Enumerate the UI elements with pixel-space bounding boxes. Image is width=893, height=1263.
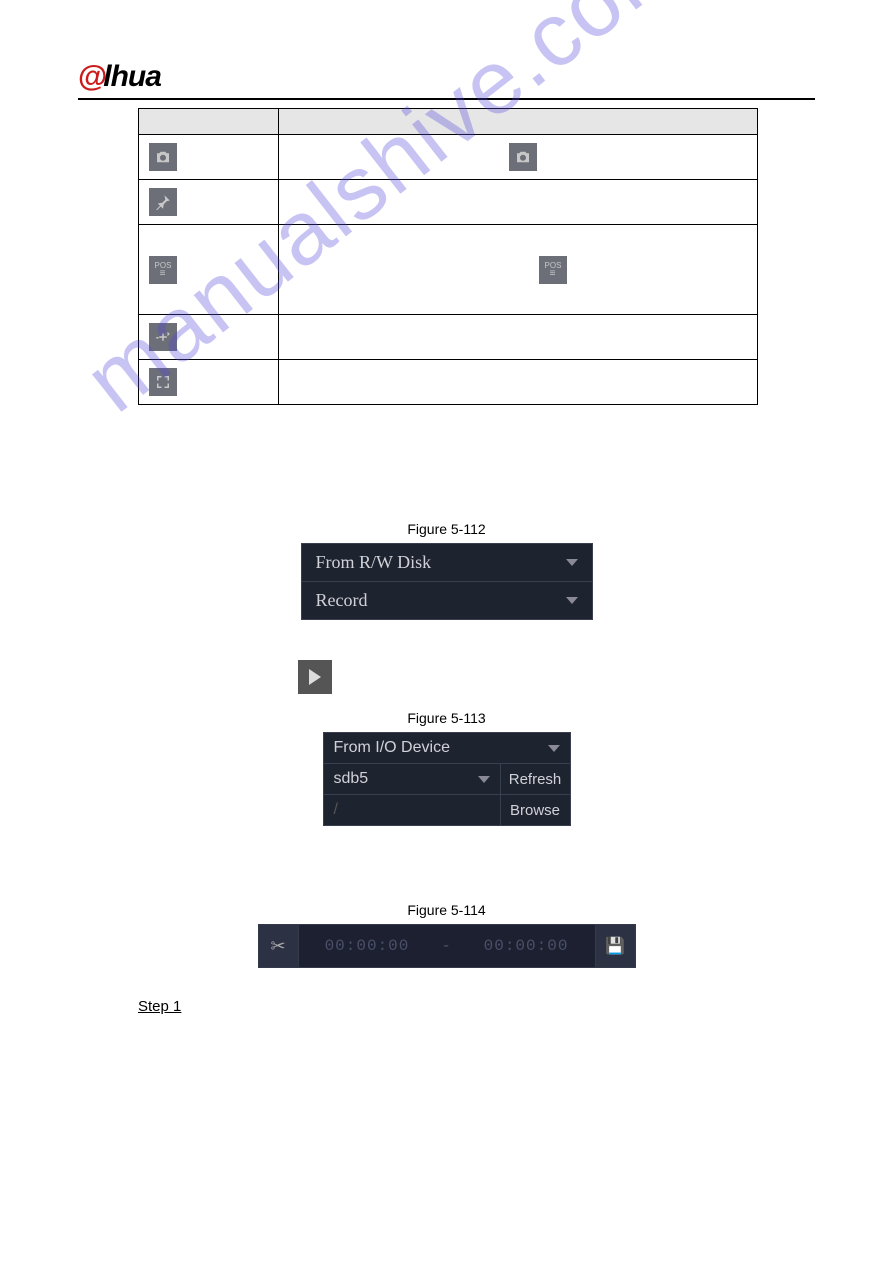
clip-start-time: 00:00:00 (325, 937, 410, 955)
table-row: POS ≡ POS ≡ (139, 225, 758, 315)
pin-icon (149, 188, 177, 216)
brand-logo: @lhua (78, 60, 188, 94)
branch-icon (149, 323, 177, 351)
clip-bar: ✂ 00:00:00 - 00:00:00 💾 (258, 924, 636, 968)
save-icon: 💾 (605, 936, 625, 956)
dropdown-from-rw-disk[interactable]: From R/W Disk (302, 544, 592, 582)
step-label: Step 1 (138, 998, 815, 1015)
page: @lhua (0, 0, 893, 1055)
chevron-down-icon (566, 559, 578, 566)
table-header-row (139, 109, 758, 135)
pos-icon: POS ≡ (539, 256, 567, 284)
table-row (139, 315, 758, 360)
clip-end-time: 00:00:00 (484, 937, 569, 955)
dropdown-record[interactable]: Record (302, 582, 592, 619)
fullscreen-icon (149, 368, 177, 396)
play-icon (309, 669, 321, 685)
figure-caption-1: Figure 5-112 (78, 521, 815, 537)
panel-from-io: From I/O Device sdb5 Refresh / Browse (323, 732, 571, 826)
chevron-down-icon (548, 745, 560, 752)
chevron-down-icon (478, 776, 490, 783)
table-row (139, 135, 758, 180)
dropdown-label: Record (316, 590, 368, 611)
chevron-down-icon (566, 597, 578, 604)
refresh-button[interactable]: Refresh (500, 764, 570, 794)
camera-icon (509, 143, 537, 171)
dropdown-from-io-device[interactable]: From I/O Device (324, 733, 570, 763)
camera-icon (149, 143, 177, 171)
path-value: / (334, 801, 338, 819)
dropdown-device-select[interactable]: sdb5 (324, 764, 500, 794)
scissors-button[interactable]: ✂ (259, 925, 299, 967)
dropdown-value: sdb5 (334, 770, 369, 788)
table-row (139, 360, 758, 405)
save-clip-button[interactable]: 💾 (595, 925, 635, 967)
header-icon-col (139, 109, 279, 135)
play-button[interactable] (298, 660, 332, 694)
header-desc-col (279, 109, 758, 135)
dash: - (441, 937, 452, 955)
panel-from-rw: From R/W Disk Record (301, 543, 593, 620)
browse-button[interactable]: Browse (500, 795, 570, 825)
figure-caption-3: Figure 5-114 (78, 902, 815, 918)
clip-time-range: 00:00:00 - 00:00:00 (299, 937, 595, 955)
path-field[interactable]: / (324, 795, 500, 825)
pos-icon: POS ≡ (149, 256, 177, 284)
icons-table: POS ≡ POS ≡ (138, 108, 758, 405)
dropdown-label: From R/W Disk (316, 552, 432, 573)
figure-caption-2: Figure 5-113 (78, 710, 815, 726)
dropdown-label: From I/O Device (334, 739, 450, 757)
scissors-icon: ✂ (270, 936, 285, 957)
page-header: @lhua (78, 60, 815, 100)
table-row (139, 180, 758, 225)
